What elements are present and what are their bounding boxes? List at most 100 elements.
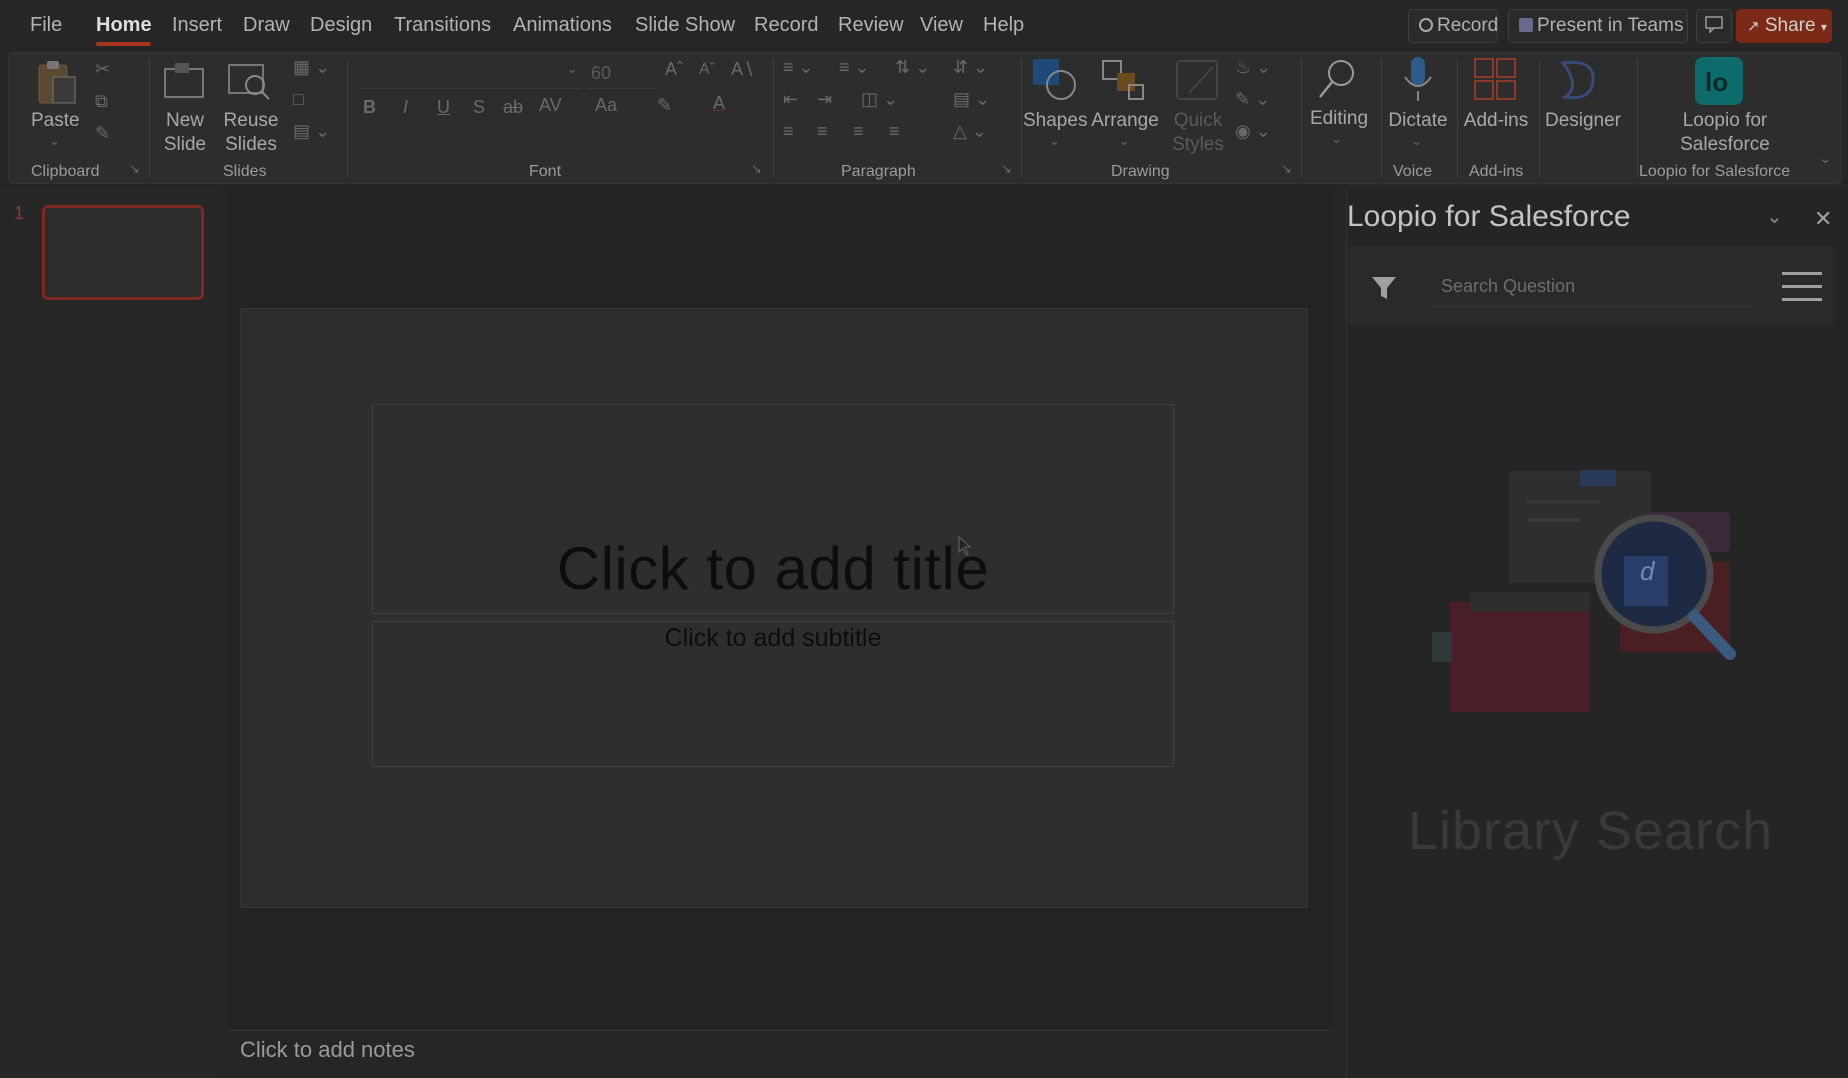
numbering-icon[interactable]: ≡ ⌄ <box>839 57 870 78</box>
cut-icon[interactable]: ✂ <box>95 59 110 80</box>
present-in-teams-button[interactable]: Present in Teams <box>1508 9 1688 43</box>
tab-help[interactable]: Help <box>983 14 1024 37</box>
share-button[interactable]: ↗ Share ▾ <box>1736 9 1832 43</box>
decrease-indent-icon[interactable]: ⇤ <box>783 89 798 110</box>
underline-button[interactable]: U <box>437 97 450 118</box>
font-size-value: 60 <box>591 63 612 83</box>
record-button[interactable]: Record <box>1408 9 1498 43</box>
tab-view[interactable]: View <box>920 14 963 37</box>
bullets-icon[interactable]: ≡ ⌄ <box>783 57 814 78</box>
dialog-launcher-icon[interactable]: ↘ <box>1001 161 1012 177</box>
separator <box>1539 59 1540 177</box>
increase-font-icon[interactable]: Aˆ <box>665 59 683 80</box>
justify-icon[interactable]: ≡ <box>889 121 900 142</box>
clear-formatting-icon[interactable]: A∖ <box>731 59 754 80</box>
new-slide-icon <box>164 63 204 98</box>
tab-design[interactable]: Design <box>310 14 372 37</box>
text-direction-icon[interactable]: ⇵ ⌄ <box>953 57 988 78</box>
copy-icon[interactable]: ⧉ <box>95 91 108 112</box>
shape-outline-icon[interactable]: ✎ ⌄ <box>1235 89 1270 110</box>
ribbon-collapse-icon[interactable]: ⌄ <box>1819 149 1832 167</box>
add-ins-group-label: Add-ins <box>1469 163 1524 180</box>
reset-icon[interactable]: □ <box>293 89 304 110</box>
smartart-icon[interactable]: △ ⌄ <box>953 121 987 142</box>
designer-button[interactable]: Designer <box>1543 109 1623 133</box>
loopio-group-label: Loopio for Salesforce <box>1639 163 1791 180</box>
add-ins-button[interactable]: Add-ins <box>1461 109 1531 133</box>
tab-transitions[interactable]: Transitions <box>394 14 491 37</box>
shape-effects-icon[interactable]: ◉ ⌄ <box>1235 121 1271 142</box>
bold-button[interactable]: B <box>363 97 376 118</box>
layout-icon[interactable]: ▦ ⌄ <box>293 57 330 78</box>
section-icon[interactable]: ▤ ⌄ <box>293 121 330 142</box>
change-case-button[interactable]: Aa <box>595 95 617 116</box>
dialog-launcher-icon[interactable]: ↘ <box>751 161 762 177</box>
hamburger-menu-icon[interactable] <box>1780 270 1824 304</box>
quick-styles-label-2: Styles <box>1172 134 1224 155</box>
record-icon <box>1419 18 1433 32</box>
designer-icon <box>1560 60 1595 100</box>
close-icon[interactable]: ✕ <box>1814 206 1832 232</box>
comments-button[interactable] <box>1696 9 1732 43</box>
separator <box>773 59 774 177</box>
chevron-down-icon: ▾ <box>1820 20 1827 34</box>
tab-review[interactable]: Review <box>838 14 904 37</box>
align-right-icon[interactable]: ≡ <box>853 121 864 142</box>
new-slide-button[interactable]: New Slide <box>157 109 213 157</box>
present-label: Present in Teams <box>1537 15 1684 36</box>
align-text-icon[interactable]: ▤ ⌄ <box>953 89 990 110</box>
separator <box>1637 59 1638 177</box>
dictate-button[interactable]: Dictate <box>1383 109 1453 133</box>
reuse-slides-label-1: Reuse <box>223 110 279 131</box>
shape-fill-icon[interactable]: ♨ ⌄ <box>1235 57 1271 78</box>
highlight-icon[interactable]: ✎ <box>657 95 672 116</box>
task-pane-title: Loopio for Salesforce <box>1347 200 1631 233</box>
library-search-illustration-icon: d <box>1432 470 1736 712</box>
quick-styles-button[interactable]: Quick Styles <box>1167 109 1229 157</box>
add-ins-icon <box>1474 58 1516 100</box>
menu-tab-bar: File Home Insert Draw Design Transitions… <box>0 0 1848 52</box>
decrease-font-icon[interactable]: Aˇ <box>699 61 715 79</box>
drawing-group-label: Drawing <box>1111 163 1170 180</box>
arrange-button[interactable]: Arrange <box>1089 109 1161 133</box>
font-size-dropdown[interactable]: 60 <box>587 59 657 89</box>
font-color-button[interactable]: A <box>713 93 725 114</box>
quick-styles-label-1: Quick <box>1173 110 1223 131</box>
strikethrough-button[interactable]: ab <box>503 97 523 118</box>
dialog-launcher-icon[interactable]: ↘ <box>1281 161 1292 177</box>
editing-button[interactable]: Editing <box>1305 107 1373 131</box>
dialog-launcher-icon[interactable]: ↘ <box>129 161 140 177</box>
chevron-down-icon: ⌄ <box>1411 133 1422 148</box>
slide-thumbnail[interactable] <box>42 205 204 300</box>
new-slide-label-1: New <box>165 110 204 131</box>
tab-home[interactable]: Home <box>96 14 152 37</box>
loopio-for-salesforce-button[interactable]: Loopio for Salesforce <box>1647 109 1803 157</box>
filter-icon[interactable] <box>1370 274 1398 302</box>
tab-insert[interactable]: Insert <box>172 14 222 37</box>
shadow-button[interactable]: S <box>473 97 485 118</box>
reuse-slides-button[interactable]: Reuse Slides <box>223 109 279 157</box>
search-input[interactable]: Search Question <box>1441 276 1575 297</box>
italic-button[interactable]: I <box>403 97 408 118</box>
tab-record[interactable]: Record <box>754 14 818 37</box>
paste-button[interactable]: Paste <box>31 109 80 133</box>
align-left-icon[interactable]: ≡ <box>783 121 794 142</box>
font-name-dropdown[interactable]: ⌄ <box>359 59 581 89</box>
tab-draw[interactable]: Draw <box>243 14 290 37</box>
pane-options-chevron-icon[interactable]: ⌄ <box>1766 204 1783 229</box>
loopio-label-2: Salesforce <box>1680 134 1770 155</box>
tab-file[interactable]: File <box>30 14 62 37</box>
format-painter-icon[interactable]: ✎ <box>95 123 110 144</box>
columns-icon[interactable]: ◫ ⌄ <box>861 89 898 110</box>
paragraph-group-label: Paragraph <box>841 163 916 180</box>
character-spacing-button[interactable]: AV <box>539 95 562 116</box>
tab-slide-show[interactable]: Slide Show <box>635 14 735 37</box>
align-center-icon[interactable]: ≡ <box>817 121 828 142</box>
active-tab-indicator <box>96 42 151 46</box>
tab-animations[interactable]: Animations <box>513 14 612 37</box>
reuse-slides-icon <box>228 64 270 100</box>
shapes-button[interactable]: Shapes <box>1023 109 1087 133</box>
line-spacing-icon[interactable]: ⇅ ⌄ <box>895 57 930 78</box>
search-input-underline <box>1432 306 1754 307</box>
increase-indent-icon[interactable]: ⇥ <box>817 89 832 110</box>
